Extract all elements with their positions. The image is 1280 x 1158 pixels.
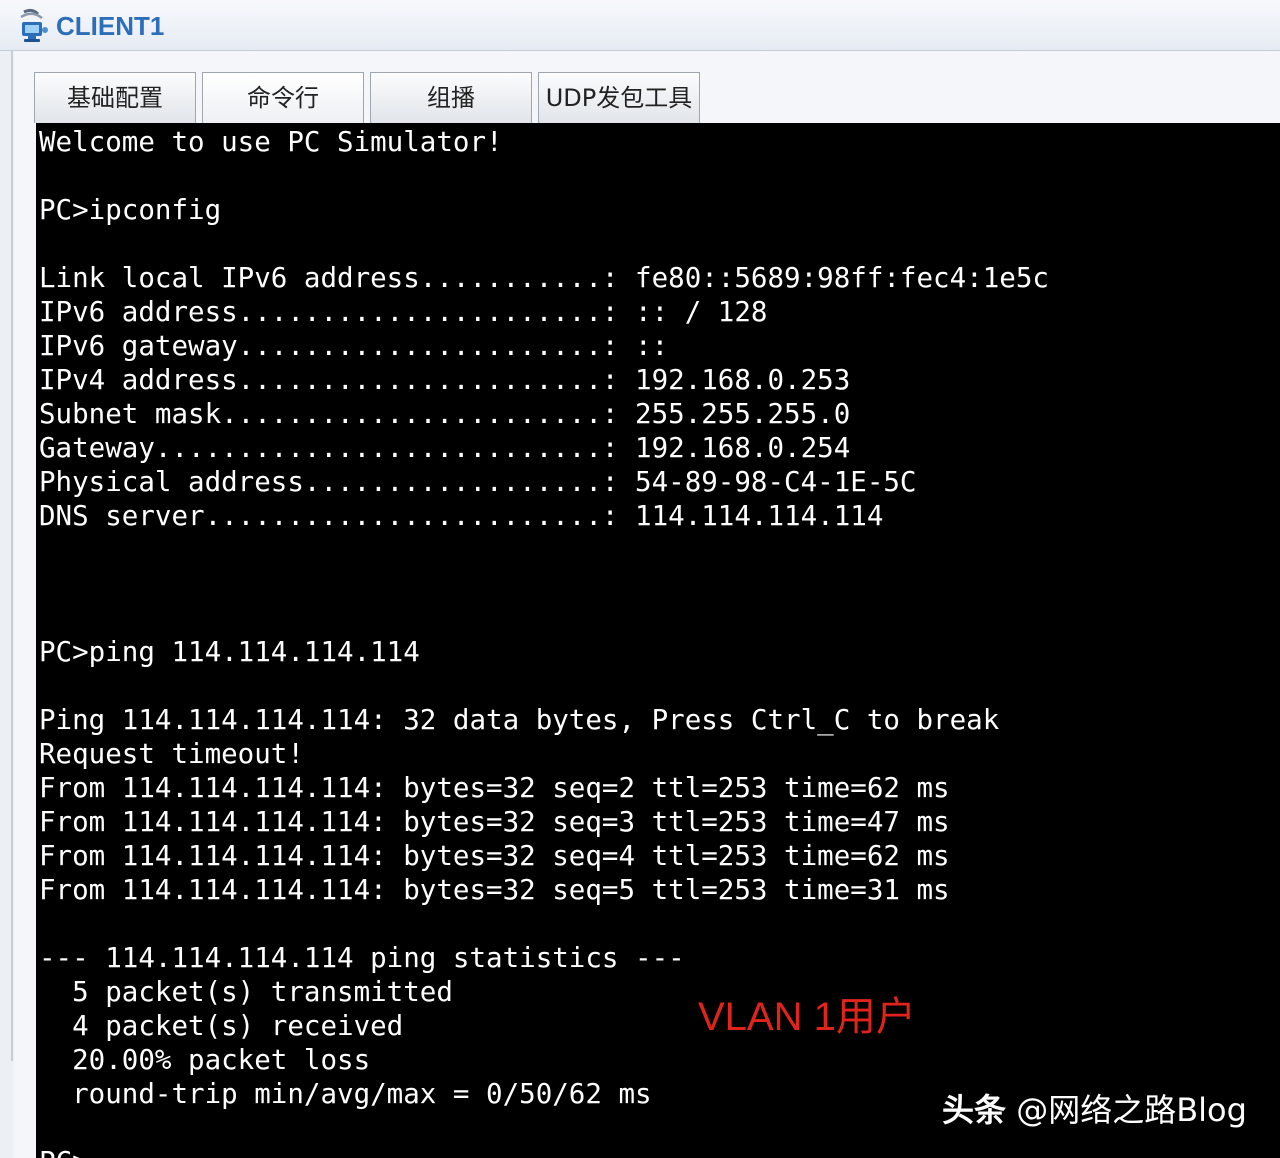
terminal-line: Link local IPv6 address...........: fe80… xyxy=(39,262,1049,294)
tab-command-line[interactable]: 命令行 xyxy=(202,72,364,123)
terminal-line: DNS server........................: 114.… xyxy=(39,500,884,532)
terminal-line: From 114.114.114.114: bytes=32 seq=3 ttl… xyxy=(39,806,950,838)
window-title: CLIENT1 xyxy=(56,11,165,41)
terminal-line: IPv6 gateway......................: :: xyxy=(39,330,669,362)
watermark-prefix: 头条 xyxy=(942,1091,1007,1129)
terminal-line: PC>ipconfig xyxy=(39,194,222,226)
terminal-line: 20.00% packet loss xyxy=(39,1044,371,1076)
left-rail xyxy=(0,51,13,1158)
terminal-line: PC> xyxy=(39,1145,1049,1158)
terminal-line: From 114.114.114.114: bytes=32 seq=2 ttl… xyxy=(39,772,950,804)
title-bar: CLIENT1 xyxy=(0,0,1280,51)
pc-simulator-window: CLIENT1 基础配置 命令行 组播 UDP发包工具 Welcome to u… xyxy=(0,0,1280,1158)
network-client-icon xyxy=(18,8,50,44)
tab-basic-config[interactable]: 基础配置 xyxy=(34,72,196,123)
terminal-line: --- 114.114.114.114 ping statistics --- xyxy=(39,942,685,974)
terminal-line: Ping 114.114.114.114: 32 data bytes, Pre… xyxy=(39,704,1000,736)
terminal-line: Gateway...........................: 192.… xyxy=(39,432,851,464)
terminal-line: IPv6 address......................: :: /… xyxy=(39,296,768,328)
terminal-line: From 114.114.114.114: bytes=32 seq=4 ttl… xyxy=(39,840,950,872)
terminal-line: IPv4 address......................: 192.… xyxy=(39,364,851,396)
terminal-console[interactable]: Welcome to use PC Simulator! PC>ipconfig L… xyxy=(36,123,1280,1158)
tab-multicast[interactable]: 组播 xyxy=(370,72,532,123)
vlan-annotation: VLAN 1用户 xyxy=(698,995,916,1039)
terminal-line: Request timeout! xyxy=(39,738,304,770)
terminal-line: From 114.114.114.114: bytes=32 seq=5 ttl… xyxy=(39,874,950,906)
tab-udp-tool[interactable]: UDP发包工具 xyxy=(538,72,700,123)
terminal-line: Welcome to use PC Simulator! xyxy=(39,126,503,158)
terminal-line: Subnet mask.......................: 255.… xyxy=(39,398,851,430)
watermark: 头条 @网络之路Blog xyxy=(942,1090,1247,1130)
rail-divider xyxy=(11,51,13,1061)
terminal-line: PC>ping 114.114.114.114 xyxy=(39,636,420,668)
terminal-line: Physical address..................: 54-8… xyxy=(39,466,917,498)
terminal-line: round-trip min/avg/max = 0/50/62 ms xyxy=(39,1078,652,1110)
watermark-handle: @网络之路Blog xyxy=(1006,1091,1247,1129)
